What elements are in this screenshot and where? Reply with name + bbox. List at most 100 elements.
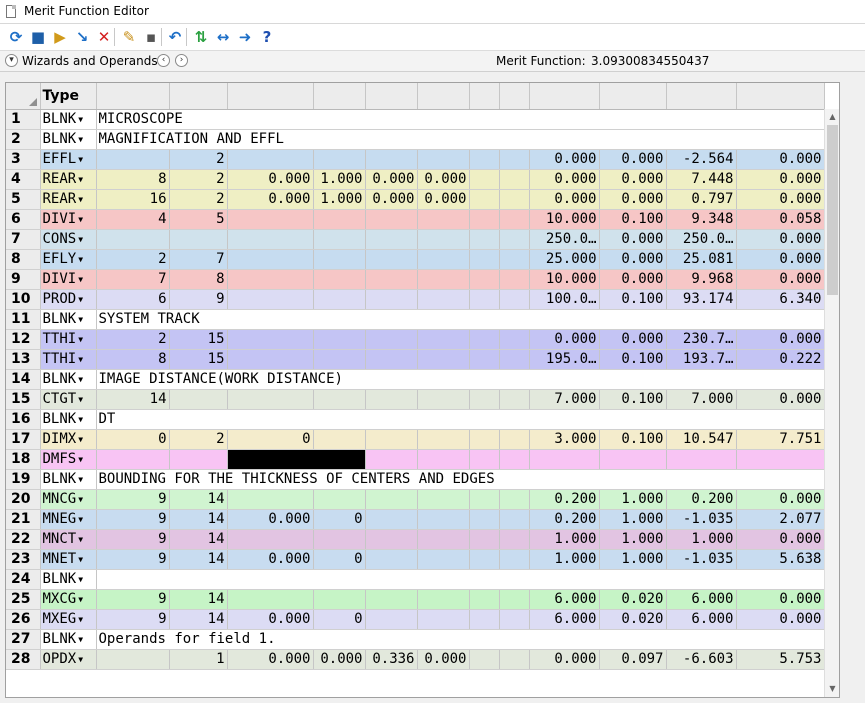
operand-cell[interactable]: 1.000 — [529, 549, 600, 570]
operand-cell[interactable]: 100.0… — [529, 289, 600, 310]
operand-cell[interactable] — [469, 209, 500, 230]
comment-cell[interactable]: MAGNIFICATION AND EFFL — [96, 129, 824, 150]
operand-cell[interactable]: 0.000 — [227, 549, 314, 570]
operand-cell[interactable]: 0.000 — [227, 609, 314, 630]
operand-row[interactable]: 7 CONS ▼ 250.0… 0.000 250.0… 0.000 — [6, 229, 825, 250]
operand-cell[interactable] — [499, 329, 530, 350]
operand-cell[interactable]: 9 — [96, 489, 170, 510]
operand-cell[interactable] — [365, 249, 418, 270]
dropdown-arrow-icon[interactable]: ▼ — [78, 555, 83, 564]
operand-cell[interactable]: 1.000 — [599, 489, 667, 510]
column-header[interactable] — [417, 83, 470, 110]
operand-cell[interactable]: 7 — [96, 269, 170, 290]
operand-cell[interactable]: 9 — [96, 509, 170, 530]
operand-cell[interactable]: 250.0… — [529, 229, 600, 250]
operand-cell[interactable] — [313, 229, 366, 250]
operand-cell[interactable] — [499, 489, 530, 510]
operand-row[interactable]: 11 BLNK ▼ SYSTEM TRACK — [6, 309, 824, 330]
previous-operand-button[interactable]: ‹ — [157, 54, 170, 67]
operand-row[interactable]: 23 MNET ▼ 9 14 0.000 0 1.000 1.000 -1.035 5.638 — [6, 549, 825, 570]
operand-type-cell[interactable]: BLNK ▼ — [40, 129, 97, 150]
operand-cell[interactable]: 7 — [169, 249, 228, 270]
operand-cell[interactable]: 0.000 — [227, 649, 314, 670]
column-header[interactable] — [469, 83, 500, 110]
operand-cell[interactable]: 8 — [169, 269, 228, 290]
operand-row[interactable]: 13 TTHI ▼ 8 15 195.0… 0.100 193.7… 0.222 — [6, 349, 825, 370]
operand-type-cell[interactable]: BLNK ▼ — [40, 469, 97, 490]
move-icon[interactable]: ↔ — [213, 27, 233, 47]
wizard-label[interactable]: Wizards and Operands — [22, 54, 158, 68]
comment-cell[interactable]: Operands for field 1. — [96, 629, 824, 650]
operand-cell[interactable] — [469, 549, 500, 570]
operand-cell[interactable]: 4 — [96, 209, 170, 230]
operand-cell[interactable]: 0.000 — [417, 189, 470, 210]
operand-row[interactable]: 22 MNCT ▼ 9 14 1.000 1.000 1.000 0.000 — [6, 529, 825, 550]
operand-cell[interactable]: 10.000 — [529, 269, 600, 290]
operand-row[interactable]: 19 BLNK ▼ BOUNDING FOR THE THICKNESS OF CEN… — [6, 469, 824, 490]
operand-cell[interactable]: 14 — [169, 529, 228, 550]
operand-row[interactable]: 10 PROD ▼ 6 9 100.0… 0.100 93.174 6.340 — [6, 289, 825, 310]
comment-cell[interactable]: SYSTEM TRACK — [96, 309, 824, 330]
operand-cell[interactable] — [417, 329, 470, 350]
dropdown-arrow-icon[interactable]: ▼ — [78, 515, 83, 524]
operand-cell[interactable] — [313, 489, 366, 510]
operand-cell[interactable]: 6.000 — [529, 609, 600, 630]
operand-row[interactable]: 1 BLNK ▼ MICROSCOPE — [6, 109, 824, 130]
operand-cell[interactable]: 14 — [169, 609, 228, 630]
operand-cell[interactable]: 16 — [96, 189, 170, 210]
operand-cell[interactable]: 0.000 — [227, 189, 314, 210]
dropdown-arrow-icon[interactable]: ▼ — [78, 635, 83, 644]
operand-cell[interactable]: 6.000 — [666, 589, 737, 610]
operand-cell[interactable]: 9 — [96, 589, 170, 610]
operand-cell[interactable] — [313, 529, 366, 550]
dropdown-arrow-icon[interactable]: ▼ — [78, 255, 83, 264]
operand-cell[interactable] — [227, 589, 314, 610]
operand-cell[interactable]: 0 — [313, 549, 366, 570]
operand-cell[interactable] — [417, 489, 470, 510]
operand-cell[interactable] — [499, 549, 530, 570]
operand-cell[interactable] — [227, 269, 314, 290]
operand-cell[interactable] — [499, 649, 530, 670]
operand-cell[interactable] — [469, 329, 500, 350]
operand-cell[interactable]: 14 — [169, 589, 228, 610]
operand-cell[interactable]: 0.100 — [599, 429, 667, 450]
operand-row[interactable]: 26 MXEG ▼ 9 14 0.000 0 6.000 0.020 6.000 0.000 — [6, 609, 825, 630]
operand-row[interactable]: 8 EFLY ▼ 2 7 25.000 0.000 25.081 0.000 — [6, 249, 825, 270]
scroll-thumb[interactable] — [827, 125, 838, 295]
operand-type-cell[interactable]: MNCT ▼ — [40, 529, 97, 550]
operand-cell[interactable] — [227, 489, 314, 510]
operand-cell[interactable] — [169, 229, 228, 250]
expand-wizard-button[interactable]: ▾ — [5, 54, 18, 67]
operand-cell[interactable]: 1.000 — [313, 189, 366, 210]
row-number[interactable]: 16 — [6, 409, 41, 430]
dropdown-arrow-icon[interactable]: ▼ — [78, 455, 83, 464]
operand-cell[interactable]: 0.000 — [736, 389, 825, 410]
operand-cell[interactable]: 0.200 — [529, 509, 600, 530]
operand-row[interactable]: 20 MNCG ▼ 9 14 0.200 1.000 0.200 0.000 — [6, 489, 825, 510]
operand-cell[interactable] — [469, 429, 500, 450]
operand-cell[interactable] — [96, 229, 170, 250]
operand-cell[interactable] — [499, 249, 530, 270]
dropdown-arrow-icon[interactable]: ▼ — [78, 235, 83, 244]
operand-row[interactable]: 15 CTGT ▼ 14 7.000 0.100 7.000 0.000 — [6, 389, 825, 410]
operand-cell[interactable]: 9 — [96, 529, 170, 550]
operand-cell[interactable] — [169, 389, 228, 410]
operand-cell[interactable] — [365, 589, 418, 610]
operand-cell[interactable] — [417, 269, 470, 290]
operand-cell[interactable] — [313, 429, 366, 450]
operand-cell[interactable] — [227, 149, 314, 170]
operand-row[interactable]: 21 MNEG ▼ 9 14 0.000 0 0.200 1.000 -1.035 2.077 — [6, 509, 825, 530]
vertical-scrollbar[interactable]: ▲ ▼ — [824, 109, 839, 697]
operand-cell[interactable] — [365, 289, 418, 310]
refresh-icon[interactable]: ⟳ — [6, 27, 26, 47]
operand-cell[interactable]: 0.100 — [599, 389, 667, 410]
operand-cell[interactable]: 0.000 — [736, 489, 825, 510]
operand-cell[interactable] — [417, 509, 470, 530]
operand-cell[interactable] — [227, 529, 314, 550]
scroll-up-icon[interactable]: ▲ — [825, 109, 839, 125]
operand-cell[interactable] — [227, 349, 314, 370]
operand-cell[interactable]: 0.000 — [529, 649, 600, 670]
swap-icon[interactable]: ⇅ — [191, 27, 211, 47]
operand-cell[interactable] — [417, 209, 470, 230]
column-header[interactable] — [599, 83, 667, 110]
